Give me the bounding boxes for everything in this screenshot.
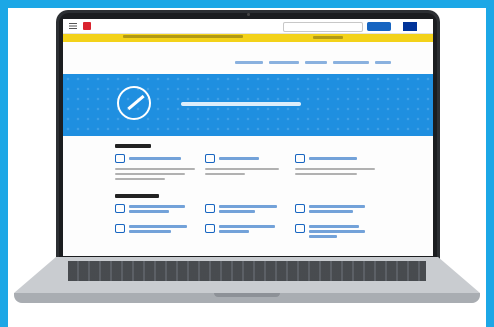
webcam	[247, 13, 250, 16]
card-icon	[115, 224, 125, 233]
hero-text	[181, 102, 301, 106]
search-button[interactable]	[367, 22, 391, 31]
info-card[interactable]	[295, 224, 381, 252]
section-nav	[235, 61, 415, 67]
hero-banner	[63, 74, 433, 136]
menu-icon[interactable]	[69, 23, 77, 29]
card-icon	[205, 224, 215, 233]
nav-item[interactable]	[235, 61, 263, 64]
nav-item[interactable]	[269, 61, 299, 64]
card-icon	[115, 154, 125, 163]
notice-bar[interactable]	[63, 34, 433, 42]
keyboard	[68, 261, 426, 281]
lid-notch	[214, 293, 280, 297]
top-bar	[63, 19, 433, 34]
laptop-screen	[63, 19, 433, 256]
info-card[interactable]	[115, 154, 201, 182]
gov-logo[interactable]	[83, 22, 91, 30]
card-icon	[295, 154, 305, 163]
page-title	[115, 48, 195, 64]
section-title	[115, 144, 151, 148]
info-card[interactable]	[295, 154, 381, 182]
vaccine-icon	[117, 86, 151, 120]
laptop-base	[14, 257, 480, 307]
card-icon	[295, 224, 305, 233]
card-icon	[295, 204, 305, 213]
section-title	[115, 194, 159, 198]
nav-item[interactable]	[305, 61, 327, 64]
info-card[interactable]	[205, 154, 291, 182]
info-card[interactable]	[115, 224, 201, 252]
nav-item[interactable]	[333, 61, 369, 64]
card-icon	[205, 154, 215, 163]
nav-item[interactable]	[375, 61, 391, 64]
eu-flag-icon	[403, 22, 417, 31]
search-input[interactable]	[283, 22, 363, 32]
info-card[interactable]	[205, 224, 291, 252]
notice-link[interactable]	[313, 36, 343, 39]
notice-text	[123, 35, 243, 38]
card-icon	[205, 204, 215, 213]
card-icon	[115, 204, 125, 213]
